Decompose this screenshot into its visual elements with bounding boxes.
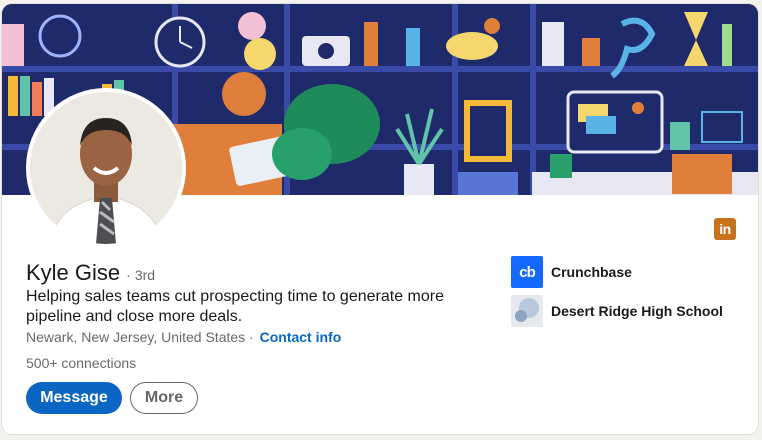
profile-avatar[interactable] — [26, 88, 186, 248]
contact-info-link[interactable]: Contact info — [260, 329, 342, 345]
linkedin-icon: in — [714, 218, 736, 240]
profile-headline: Helping sales teams cut prospecting time… — [26, 288, 444, 325]
school-logo — [511, 295, 543, 327]
org-name: Crunchbase — [551, 264, 632, 280]
connection-degree-label: 3rd — [134, 267, 156, 283]
connections-count[interactable]: 500+ connections — [26, 355, 136, 371]
crunchbase-logo: cb — [511, 256, 543, 288]
location-row: Newark, New Jersey, United States · Cont… — [26, 329, 342, 345]
org-crunchbase[interactable]: cb Crunchbase — [511, 256, 632, 288]
org-name: Desert Ridge High School — [551, 303, 723, 319]
name-row: Kyle Gise · 3rd — [26, 260, 155, 286]
connection-degree: · 3rd — [126, 267, 156, 283]
more-button[interactable]: More — [130, 382, 198, 414]
profile-location: Newark, New Jersey, United States — [26, 329, 246, 345]
profile-card: in Kyle Gise · 3rd Helping sales teams cu… — [2, 4, 758, 434]
profile-name: Kyle Gise — [26, 260, 121, 285]
message-button[interactable]: Message — [26, 382, 122, 414]
org-school[interactable]: Desert Ridge High School — [511, 295, 723, 327]
